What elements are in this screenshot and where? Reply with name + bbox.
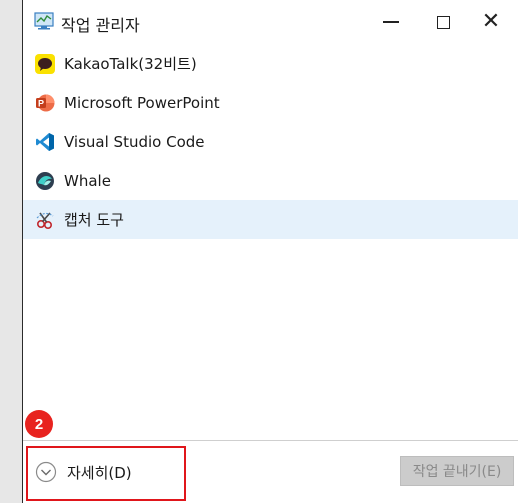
kakaotalk-icon bbox=[35, 53, 55, 74]
minimize-button[interactable] bbox=[368, 0, 414, 44]
close-button[interactable]: ✕ bbox=[468, 0, 514, 44]
window-title: 작업 관리자 bbox=[61, 16, 140, 35]
task-manager-window: 작업 관리자 ✕ KakaoTalk(32비트) P Microsoft Pow… bbox=[22, 0, 518, 503]
close-icon: ✕ bbox=[481, 9, 501, 34]
task-manager-icon bbox=[34, 12, 54, 30]
title-bar[interactable]: 작업 관리자 ✕ bbox=[23, 0, 518, 44]
app-list: KakaoTalk(32비트) P Microsoft PowerPoint V… bbox=[23, 44, 518, 239]
minimize-icon bbox=[383, 21, 399, 23]
app-row-whale[interactable]: Whale bbox=[23, 161, 518, 200]
annotation-highlight-box bbox=[26, 446, 186, 501]
whale-icon bbox=[36, 171, 54, 190]
app-row-powerpoint[interactable]: P Microsoft PowerPoint bbox=[23, 83, 518, 122]
vscode-icon bbox=[36, 132, 54, 151]
app-label: Microsoft PowerPoint bbox=[64, 93, 220, 112]
app-label: Visual Studio Code bbox=[64, 132, 205, 151]
app-row-kakaotalk[interactable]: KakaoTalk(32비트) bbox=[23, 44, 518, 83]
app-row-snipping-tool[interactable]: 캡처 도구 bbox=[23, 200, 518, 239]
step-number-badge: 2 bbox=[25, 410, 53, 438]
app-label: Whale bbox=[64, 171, 111, 190]
powerpoint-icon: P bbox=[36, 94, 55, 111]
svg-text:P: P bbox=[38, 98, 44, 108]
end-task-button[interactable]: 작업 끝내기(E) bbox=[400, 456, 514, 486]
maximize-icon bbox=[436, 15, 450, 29]
app-label: 캡처 도구 bbox=[64, 211, 124, 229]
app-label: KakaoTalk(32비트) bbox=[64, 55, 197, 73]
snipping-tool-icon bbox=[36, 211, 54, 229]
maximize-button[interactable] bbox=[420, 0, 466, 44]
app-row-vscode[interactable]: Visual Studio Code bbox=[23, 122, 518, 161]
